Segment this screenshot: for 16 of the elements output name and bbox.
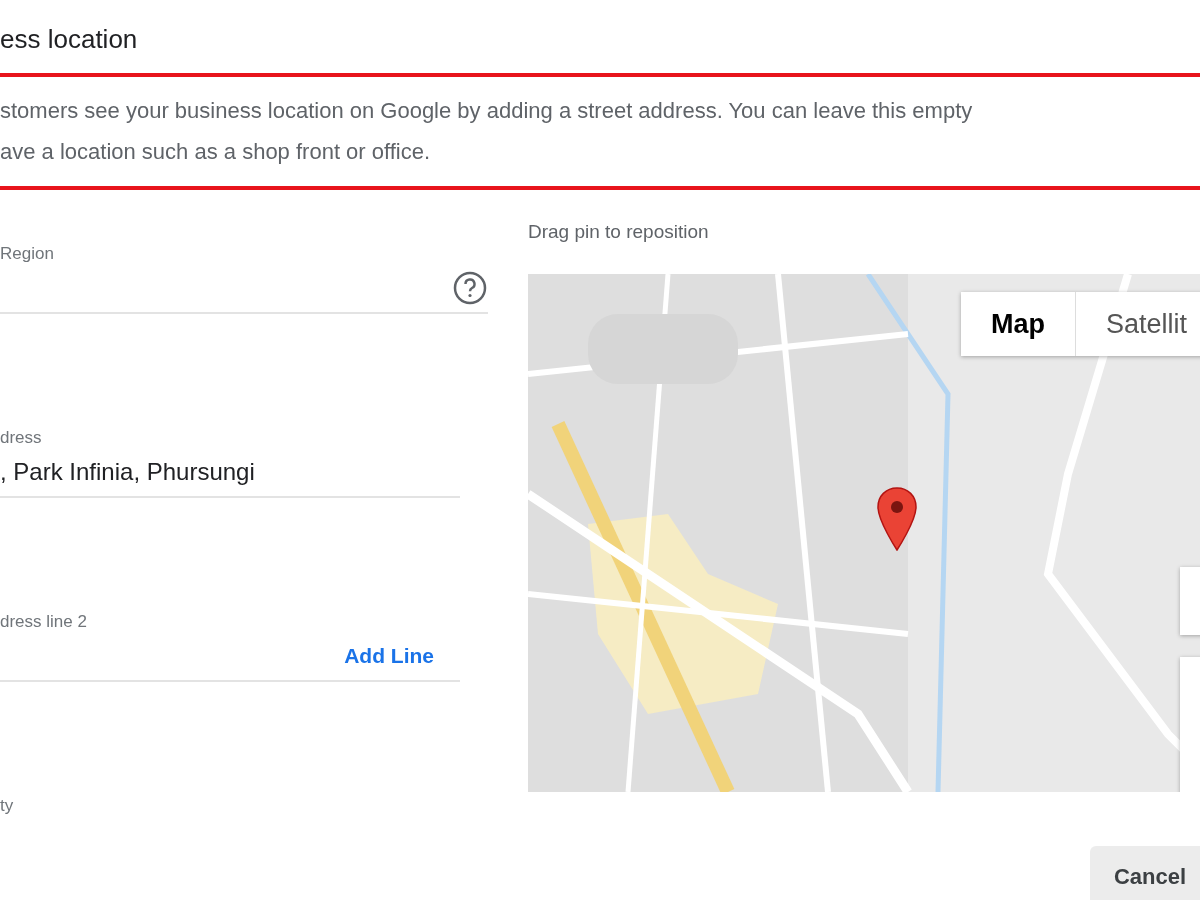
address-field[interactable]: , Park Infinia, Phursungi <box>0 448 460 498</box>
description-text: ave a location such as a shop front or office. <box>0 138 432 166</box>
field-label: dress line 2 <box>0 612 88 632</box>
map-caption: Drag pin to reposition <box>528 220 710 244</box>
field-label: ty <box>0 796 15 816</box>
cancel-button[interactable]: Cancel <box>1090 846 1200 900</box>
add-line-link[interactable]: Add Line <box>344 640 460 672</box>
help-icon[interactable] <box>452 270 488 306</box>
field-label: dress <box>0 428 43 448</box>
map-pin-icon[interactable] <box>876 486 918 552</box>
map-type-tab[interactable]: Map <box>961 292 1076 356</box>
field-label: Region <box>0 244 55 264</box>
dialog-title: ess location <box>0 23 139 56</box>
map-type-tab[interactable]: Satellit <box>1076 292 1200 356</box>
description-text: stomers see your business location on Google by adding a street address. You can leave this empty <box>0 97 974 125</box>
address-line-field[interactable]: Add Line <box>0 632 460 682</box>
